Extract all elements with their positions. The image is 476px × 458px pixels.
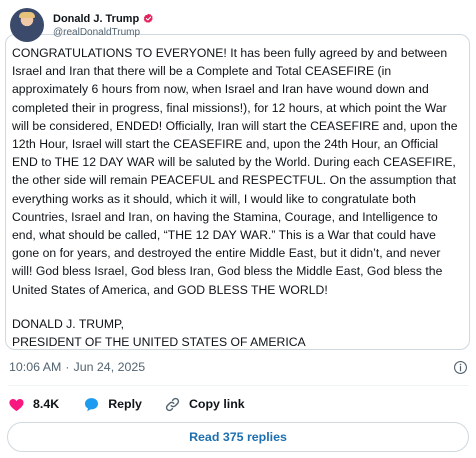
name-row: Donald J. Trump bbox=[53, 12, 154, 26]
tweet-actions: 8.4K Reply Copy link bbox=[8, 393, 267, 415]
tweet-timestamp[interactable]: 10:06 AM · Jun 24, 2025 bbox=[9, 360, 145, 374]
meta-separator: · bbox=[65, 360, 70, 374]
like-count: 8.4K bbox=[33, 397, 60, 411]
read-replies-button[interactable]: Read 375 replies bbox=[7, 422, 469, 452]
link-icon bbox=[165, 397, 180, 411]
actions-divider bbox=[8, 385, 468, 386]
copy-link-button[interactable]: Copy link bbox=[164, 396, 245, 413]
reply-label: Reply bbox=[108, 397, 142, 411]
like-button[interactable]: 8.4K bbox=[8, 396, 59, 413]
author-display-name[interactable]: Donald J. Trump bbox=[53, 12, 139, 26]
author-names: Donald J. Trump @realDonaldTrump bbox=[53, 12, 154, 39]
tweet-time: 10:06 AM bbox=[9, 360, 62, 374]
reply-bubble-icon bbox=[85, 397, 99, 411]
tweet-date: Jun 24, 2025 bbox=[73, 360, 146, 374]
tweet-card: Donald J. Trump @realDonaldTrump CONGRAT… bbox=[0, 0, 476, 458]
info-icon[interactable] bbox=[453, 360, 468, 375]
copy-link-label: Copy link bbox=[188, 397, 245, 411]
tweet-signature: DONALD J. TRUMP, PRESIDENT OF THE UNITED… bbox=[12, 317, 306, 349]
read-replies-label: Read 375 replies bbox=[189, 430, 287, 444]
tweet-text: CONGRATULATIONS TO EVERYONE! It has been… bbox=[12, 46, 458, 297]
reply-button[interactable]: Reply bbox=[83, 396, 142, 413]
tweet-header: Donald J. Trump @realDonaldTrump bbox=[10, 8, 154, 42]
heart-icon bbox=[9, 398, 24, 411]
avatar[interactable] bbox=[10, 8, 44, 42]
author-handle[interactable]: @realDonaldTrump bbox=[53, 26, 154, 39]
verified-badge-icon bbox=[143, 13, 153, 23]
